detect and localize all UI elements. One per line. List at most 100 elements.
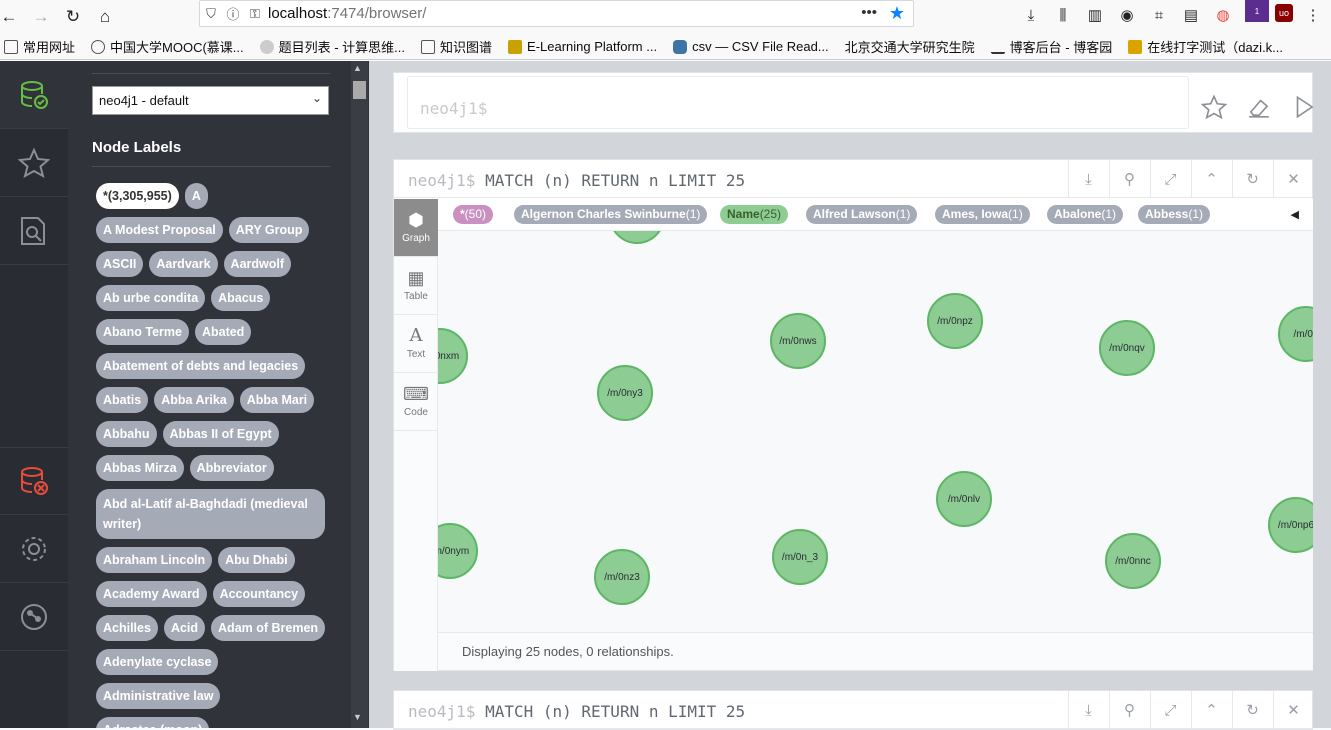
shield-icon[interactable]: ⛉: [200, 6, 222, 22]
node-label-tag[interactable]: Aardwolf: [223, 251, 292, 277]
node-label-tag[interactable]: ASCII: [96, 251, 144, 277]
settings-nav-item[interactable]: [0, 515, 68, 583]
fullscreen-icon[interactable]: ⤢: [1150, 691, 1190, 729]
download-icon[interactable]: ⤓: [1019, 4, 1043, 26]
graph-node[interactable]: /m/0nlv: [936, 471, 992, 527]
scroll-down-arrow-icon[interactable]: ▼: [353, 712, 362, 722]
bookmark-item[interactable]: 中国大学MOOC(慕课...: [91, 37, 244, 56]
node-label-tag[interactable]: Acid: [163, 615, 206, 641]
crop-icon[interactable]: ⌗: [1147, 4, 1171, 26]
ublock-icon[interactable]: uo: [1275, 4, 1293, 22]
download-icon[interactable]: ⤓: [1068, 160, 1108, 198]
tab-text[interactable]: A Text: [394, 315, 438, 373]
node-label-tag[interactable]: Adrastea (moon): [96, 717, 210, 728]
node-label-tag[interactable]: Accountancy: [212, 581, 306, 607]
node-label-tag[interactable]: Achilles: [96, 615, 158, 641]
node-label-tag[interactable]: Abbas II of Egypt: [162, 421, 279, 447]
node-label-tag[interactable]: Abu Dhabi: [218, 547, 295, 573]
node-label-tag[interactable]: Abbas Mirza: [96, 455, 184, 481]
extension-badge-icon[interactable]: ☗1: [1243, 0, 1269, 26]
account-icon[interactable]: ◉: [1115, 4, 1139, 26]
node-label-tag[interactable]: Abated: [194, 319, 252, 345]
chrome-icon[interactable]: ◍: [1211, 4, 1235, 26]
bookmark-item[interactable]: 题目列表 - 计算思维...: [259, 37, 405, 56]
database-nav-item[interactable]: [0, 61, 68, 129]
rerun-icon[interactable]: ↻: [1232, 160, 1272, 198]
overflow-menu-icon[interactable]: ⋮: [1301, 4, 1325, 26]
node-label-tag[interactable]: Abba Arika: [154, 387, 234, 413]
node-label-tag[interactable]: Abbreviator: [189, 455, 274, 481]
graph-node[interactable]: /m/0nz3: [594, 549, 650, 605]
tab-graph[interactable]: ⬢ Graph: [394, 199, 438, 257]
graph-node[interactable]: /m/0nws: [770, 313, 826, 369]
fullscreen-icon[interactable]: ⤢: [1150, 160, 1190, 198]
legend-pill[interactable]: Abalone(1): [1047, 205, 1124, 224]
collapse-icon[interactable]: ⌃: [1191, 160, 1231, 198]
collapse-icon[interactable]: ⌃: [1191, 691, 1231, 729]
node-label-tag[interactable]: Adenylate cyclase: [96, 649, 219, 675]
container-icon[interactable]: ▤: [1179, 4, 1203, 26]
graph-node[interactable]: /m/0np6: [1268, 497, 1313, 553]
url-text[interactable]: localhost:7474/browser/: [268, 5, 426, 22]
node-label-tag[interactable]: Administrative law: [96, 683, 221, 709]
close-icon[interactable]: ✕: [1273, 691, 1313, 729]
graph-node[interactable]: /m/0n: [1278, 306, 1313, 362]
graph-node[interactable]: /m/0nym: [438, 523, 478, 579]
legend-pill[interactable]: Algernon Charles Swinburne(1): [514, 205, 708, 224]
back-arrow-icon[interactable]: ←: [0, 3, 24, 31]
url-bar[interactable]: ⛉ ⓘ ⚿ localhost:7474/browser/ ••• ★: [199, 0, 914, 27]
drawer-scrollbar-thumb[interactable]: [353, 81, 366, 99]
frame-command[interactable]: neo4j1$ MATCH (n) RETURN n LIMIT 25: [408, 171, 745, 190]
node-label-tag[interactable]: A Modest Proposal: [96, 217, 223, 243]
bookmark-item[interactable]: 知识图谱: [421, 37, 492, 56]
legend-pill[interactable]: *(50): [453, 205, 494, 224]
legend-pill[interactable]: Name(25): [720, 205, 789, 224]
legend-pill[interactable]: Abbess(1): [1138, 205, 1211, 224]
drawer-scrollbar[interactable]: [351, 61, 368, 728]
reader-icon[interactable]: ▥: [1083, 4, 1107, 26]
node-label-tag[interactable]: A: [184, 183, 208, 209]
node-label-tag[interactable]: *(3,305,955): [96, 183, 179, 209]
node-label-tag[interactable]: Abacus: [211, 285, 271, 311]
page-actions-icon[interactable]: •••: [861, 4, 877, 21]
node-label-tag[interactable]: Ab urbe condita: [96, 285, 206, 311]
graph-node[interactable]: /m/0nqv: [1099, 320, 1155, 376]
library-icon[interactable]: ⫼: [1051, 4, 1075, 26]
bookmark-item[interactable]: 北京交通大学研究生院: [845, 37, 975, 56]
scroll-up-arrow-icon[interactable]: ▲: [353, 63, 362, 73]
node-label-tag[interactable]: Aardvark: [149, 251, 218, 277]
bookmark-item[interactable]: 博客后台 - 博客园: [990, 37, 1112, 56]
favorites-nav-item[interactable]: [0, 129, 68, 197]
bookmark-item[interactable]: E-Learning Platform ...: [508, 39, 657, 54]
node-label-tag[interactable]: Abba Mari: [239, 387, 315, 413]
about-nav-item[interactable]: [0, 583, 68, 651]
node-label-tag[interactable]: Academy Award: [96, 581, 207, 607]
graph-node[interactable]: /m/0npz: [927, 293, 983, 349]
close-icon[interactable]: ✕: [1273, 160, 1313, 198]
graph-node[interactable]: /m/0ny3: [597, 365, 653, 421]
home-icon[interactable]: ⌂: [90, 3, 120, 31]
graph-node[interactable]: /m/0nxm: [438, 328, 468, 384]
pin-icon[interactable]: ⚲: [1109, 691, 1149, 729]
bookmark-item[interactable]: 在线打字测试（dazi.k...: [1128, 37, 1283, 56]
connection-status-nav-item[interactable]: [0, 447, 68, 515]
node-label-tag[interactable]: Abatis: [96, 387, 149, 413]
graph-visualization[interactable]: /m/0nvs/m/0nxm/m/0nws/m/0npz/m/0nqv/m/0n…: [438, 199, 1313, 632]
graph-node[interactable]: /m/0nnc: [1105, 533, 1161, 589]
query-editor-input[interactable]: [407, 76, 1189, 129]
tab-code[interactable]: ⌨ Code: [394, 373, 438, 431]
node-label-tag[interactable]: Abd al-Latif al-Baghdadi (medieval write…: [96, 489, 325, 539]
legend-pill[interactable]: Ames, Iowa(1): [935, 205, 1030, 224]
run-query-button[interactable]: [1290, 93, 1318, 121]
forward-arrow-icon[interactable]: →: [26, 3, 56, 31]
node-label-tag[interactable]: ARY Group: [228, 217, 310, 243]
clear-editor-button[interactable]: [1245, 93, 1273, 121]
node-label-tag[interactable]: Adam of Bremen: [211, 615, 326, 641]
database-select[interactable]: neo4j1 - default ⌄: [92, 86, 329, 115]
legend-expand-icon[interactable]: ◀: [1291, 208, 1299, 221]
node-label-tag[interactable]: Abano Terme: [96, 319, 189, 345]
bookmark-item[interactable]: csv — CSV File Read...: [673, 39, 829, 54]
node-label-tag[interactable]: Abatement of debts and legacies: [96, 353, 306, 379]
graph-node[interactable]: /m/0n_3: [772, 529, 828, 585]
pin-icon[interactable]: ⚲: [1109, 160, 1149, 198]
